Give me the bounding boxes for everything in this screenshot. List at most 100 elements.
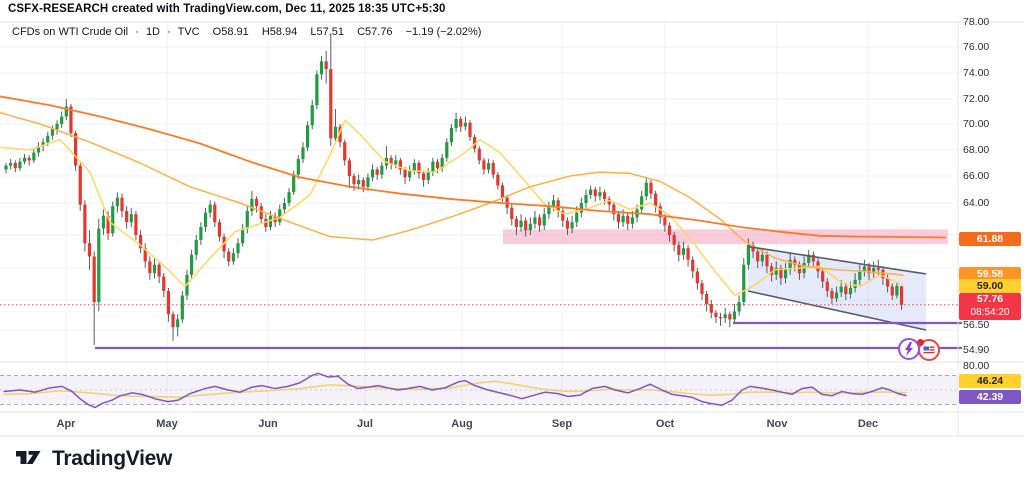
- candle-body: [594, 190, 597, 197]
- candle-body: [311, 105, 314, 125]
- candle-body: [728, 314, 731, 319]
- candle-body: [46, 136, 49, 143]
- price-scale-label: 64.00: [963, 197, 989, 209]
- candle-body: [334, 127, 337, 139]
- candle-body: [23, 158, 26, 162]
- lightning-icon[interactable]: [898, 338, 920, 360]
- candle-body: [315, 74, 318, 105]
- candle-body: [575, 213, 578, 223]
- candle-body: [686, 248, 689, 260]
- month-label-jul: Jul: [357, 418, 373, 430]
- candle-body: [260, 206, 263, 219]
- candle-body: [849, 288, 852, 294]
- candle-body: [622, 216, 625, 222]
- candle-body: [877, 268, 880, 270]
- candle-body: [297, 159, 300, 175]
- candle-body: [742, 265, 745, 302]
- candle-body: [120, 198, 123, 211]
- candle-body: [891, 287, 894, 296]
- legend-low: L57.51: [310, 26, 344, 38]
- candle-body: [51, 129, 54, 136]
- candle-body: [148, 261, 151, 273]
- chart-canvas[interactable]: [0, 0, 1024, 485]
- candle-body: [682, 248, 685, 255]
- candle-body: [798, 265, 801, 273]
- candle-body: [705, 294, 708, 304]
- candle-body: [60, 117, 63, 125]
- candle-body: [515, 219, 518, 227]
- candle-body: [496, 175, 499, 186]
- candle-body: [450, 128, 453, 142]
- month-label-aug: Aug: [451, 418, 472, 430]
- legend-interval[interactable]: 1D: [146, 26, 160, 38]
- candle-body: [366, 177, 369, 186]
- candle-body: [524, 221, 527, 231]
- month-label-apr: Apr: [57, 418, 76, 430]
- candle-body: [246, 211, 249, 229]
- candle-body: [162, 277, 165, 292]
- candle-body: [557, 200, 560, 211]
- candle-body: [357, 180, 360, 184]
- current-price-value: 57.76: [959, 293, 1021, 306]
- candle-body: [301, 147, 304, 159]
- candle-body: [459, 119, 462, 127]
- candle-body: [826, 282, 829, 291]
- candle-body: [626, 216, 629, 224]
- month-label-nov: Nov: [767, 418, 788, 430]
- candle-body: [171, 314, 174, 327]
- candle-body: [603, 192, 606, 199]
- candle-body: [844, 287, 847, 295]
- candle-body: [840, 287, 843, 293]
- candle-body: [510, 208, 513, 219]
- candle-body: [761, 255, 764, 262]
- candle-body: [645, 183, 648, 197]
- candle-body: [747, 245, 750, 265]
- candle-body: [241, 229, 244, 244]
- candle-body: [306, 125, 309, 147]
- month-label-may: May: [156, 418, 177, 430]
- candle-body: [538, 217, 541, 225]
- legend-change: −1.19 (−2.02%): [406, 26, 482, 38]
- tradingview-logo[interactable]: TradingView: [16, 447, 172, 471]
- candle-body: [835, 293, 838, 299]
- us-flag-icon[interactable]: [918, 339, 940, 361]
- candle-body: [213, 205, 216, 223]
- candle-body: [663, 217, 666, 225]
- hline-upper-label: 56.50: [963, 319, 989, 331]
- legend-symbol[interactable]: CFDs on WTI Crude Oil: [12, 26, 128, 38]
- candle-body: [649, 183, 652, 194]
- candle-body: [854, 280, 857, 288]
- legend-high: H58.94: [262, 26, 297, 38]
- candle-body: [710, 304, 713, 313]
- tradingview-logo-mark: [16, 450, 43, 468]
- candle-body: [190, 255, 193, 275]
- price-scale-label: 72.00: [963, 93, 989, 105]
- candle-body: [454, 119, 457, 128]
- candle-body: [352, 176, 355, 184]
- candle-body: [830, 291, 833, 299]
- candle-body: [371, 170, 374, 178]
- candle-body: [431, 162, 434, 172]
- candle-body: [700, 283, 703, 294]
- candle-body: [598, 192, 601, 196]
- candle-body: [422, 173, 425, 180]
- rsi-scale-top-label: 80.00: [963, 360, 989, 372]
- candle-body: [640, 196, 643, 209]
- candle-body: [181, 296, 184, 320]
- candle-body: [765, 255, 768, 267]
- candle-body: [255, 199, 258, 206]
- candle-body: [464, 123, 467, 127]
- candle-body: [88, 243, 91, 256]
- rsi-ma-badge: 46.24: [959, 374, 1021, 388]
- candle-body: [292, 175, 295, 193]
- candle-body: [589, 190, 592, 195]
- candle-body: [329, 69, 332, 138]
- snapshot-title: CSFX-RESEARCH created with TradingView.c…: [8, 3, 446, 15]
- candle-body: [654, 194, 657, 207]
- candle-body: [858, 271, 861, 280]
- candle-body: [403, 170, 406, 178]
- candle-body: [32, 153, 35, 161]
- candle-body: [552, 200, 555, 206]
- price-scale-label: 78.00: [963, 16, 989, 28]
- candle-body: [895, 286, 898, 296]
